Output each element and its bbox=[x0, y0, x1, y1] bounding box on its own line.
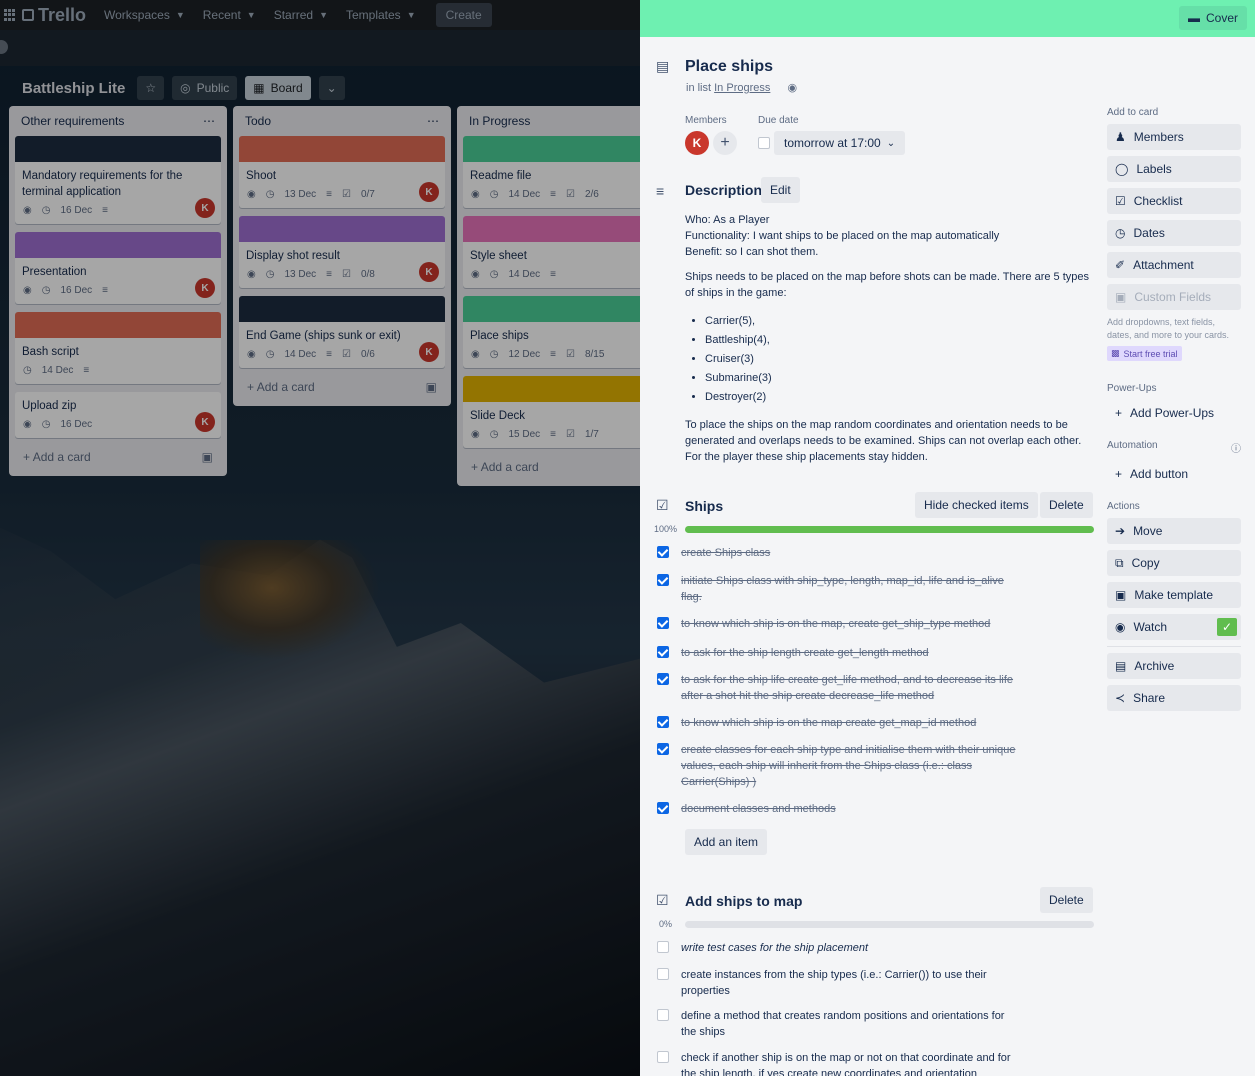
checklist-title[interactable]: Ships bbox=[685, 498, 723, 514]
checklist-item[interactable]: define a method that creates random posi… bbox=[657, 1008, 1021, 1040]
watch-button[interactable]: ◉ Watch ✓ bbox=[1107, 614, 1241, 640]
hide-checked-button[interactable]: Hide checked items bbox=[915, 492, 1038, 518]
list-link[interactable]: In Progress bbox=[714, 82, 770, 94]
chevron-down-icon: ⌄ bbox=[886, 137, 896, 149]
attachment-button[interactable]: ✐ Attachment bbox=[1107, 252, 1241, 278]
copy-button[interactable]: ⧉ Copy bbox=[1107, 550, 1241, 576]
checkbox-unchecked[interactable] bbox=[657, 1009, 669, 1021]
tag-icon: ◯ bbox=[1115, 162, 1129, 176]
info-icon[interactable]: ⓘ bbox=[1231, 440, 1241, 455]
copy-icon: ⧉ bbox=[1115, 555, 1124, 570]
card-sidebar: Add to card ♟ Members ◯ Labels ☑ Checklist … bbox=[1107, 37, 1241, 717]
custom-fields-icon: ▣ bbox=[1115, 290, 1127, 304]
checklist-percent: 100% bbox=[654, 524, 678, 534]
members-button[interactable]: ♟ Members bbox=[1107, 124, 1241, 150]
checkbox-checked[interactable] bbox=[657, 546, 669, 558]
due-date-button[interactable]: tomorrow at 17:00 ⌄ bbox=[774, 131, 906, 155]
add-member-button[interactable]: + bbox=[713, 131, 737, 155]
checklist-item[interactable]: create classes for each ship type and in… bbox=[657, 742, 1021, 790]
cover-icon: ▬ bbox=[1187, 11, 1200, 25]
archive-button[interactable]: ▤ Archive bbox=[1107, 653, 1241, 679]
checklist-item[interactable]: write test cases for the ship placement bbox=[657, 940, 1021, 956]
description-body: Who: As a Player Functionality: I want s… bbox=[685, 212, 1097, 465]
checklist-progress bbox=[685, 526, 1094, 533]
cover-button[interactable]: ▬ Cover bbox=[1178, 6, 1247, 30]
card-cover-bar: ▬ Cover bbox=[640, 0, 1255, 37]
checklist-icon: ☑ bbox=[656, 892, 669, 908]
checkbox-checked[interactable] bbox=[657, 743, 669, 755]
dates-button[interactable]: ◷ Dates bbox=[1107, 220, 1241, 246]
trial-icon: ▩ bbox=[1111, 348, 1120, 358]
checkbox-checked[interactable] bbox=[657, 617, 669, 629]
checkbox-checked[interactable] bbox=[657, 716, 669, 728]
archive-icon: ▤ bbox=[1115, 659, 1127, 673]
move-button[interactable]: ➔ Move bbox=[1107, 518, 1241, 544]
edit-description-button[interactable]: Edit bbox=[761, 177, 800, 203]
checklist-button[interactable]: ☑ Checklist bbox=[1107, 188, 1241, 214]
start-free-trial-button[interactable]: ▩ Start free trial bbox=[1107, 346, 1182, 361]
checklist-progress-fill bbox=[685, 526, 1094, 533]
share-button[interactable]: ≺ Share bbox=[1107, 685, 1241, 711]
card-detail-panel: ▬ Cover ▤ Place ships in list In Progress… bbox=[640, 0, 1255, 1076]
modal-backdrop[interactable] bbox=[0, 0, 640, 1076]
checkbox-checked[interactable] bbox=[657, 673, 669, 685]
add-item-button[interactable]: Add an item bbox=[685, 829, 768, 855]
checklist-item[interactable]: create instances from the ship types (i.… bbox=[657, 967, 1021, 999]
custom-fields-note: Add dropdowns, text fields, dates, and m… bbox=[1107, 317, 1230, 340]
checklist-item[interactable]: to know which ship is on the map create … bbox=[657, 715, 1021, 731]
divider bbox=[1107, 646, 1241, 647]
watch-icon: ◉ bbox=[787, 82, 798, 94]
add-to-card-label: Add to card bbox=[1107, 107, 1159, 118]
checklist-item[interactable]: create Ships class bbox=[657, 545, 1021, 561]
checklist-item[interactable]: document classes and methods bbox=[657, 801, 1021, 817]
clock-icon: ◷ bbox=[1115, 226, 1126, 240]
make-template-button[interactable]: ▣ Make template bbox=[1107, 582, 1241, 608]
checkbox-unchecked[interactable] bbox=[657, 1051, 669, 1063]
checklist-icon: ☑ bbox=[1115, 194, 1126, 208]
delete-checklist-button[interactable]: Delete bbox=[1040, 887, 1093, 913]
checklist-progress bbox=[685, 921, 1094, 928]
checklist-title[interactable]: Add ships to map bbox=[685, 893, 802, 909]
checkbox-checked[interactable] bbox=[657, 574, 669, 586]
actions-label: Actions bbox=[1107, 501, 1140, 512]
due-date-label: Due date bbox=[758, 115, 799, 126]
checkbox-unchecked[interactable] bbox=[657, 941, 669, 953]
checkbox-unchecked[interactable] bbox=[657, 968, 669, 980]
check-icon: ✓ bbox=[1217, 618, 1237, 636]
labels-button[interactable]: ◯ Labels bbox=[1107, 156, 1241, 182]
share-icon: ≺ bbox=[1115, 691, 1126, 705]
checklist-item[interactable]: to ask for the ship length create get_le… bbox=[657, 645, 1021, 661]
avatar[interactable]: K bbox=[685, 131, 709, 155]
checkbox-checked[interactable] bbox=[657, 802, 669, 814]
template-icon: ▣ bbox=[1115, 588, 1127, 602]
description-icon: ≡ bbox=[656, 183, 665, 199]
person-icon: ♟ bbox=[1115, 130, 1126, 144]
members-label: Members bbox=[685, 115, 727, 126]
checklist-item[interactable]: to ask for the ship life create get_life… bbox=[657, 672, 1021, 704]
description-heading: Description bbox=[685, 182, 763, 198]
add-power-ups-button[interactable]: + Add Power-Ups bbox=[1107, 400, 1241, 426]
in-list-text: in list In Progress ◉ bbox=[686, 82, 798, 94]
checklist-icon: ☑ bbox=[656, 497, 669, 513]
plus-icon: + bbox=[1115, 406, 1123, 420]
checklist-item[interactable]: to know which ship is on the map, create… bbox=[657, 616, 1021, 632]
custom-fields-button[interactable]: ▣ Custom Fields bbox=[1107, 284, 1241, 310]
checklist-item[interactable]: check if another ship is on the map or n… bbox=[657, 1050, 1021, 1076]
plus-icon: + bbox=[1115, 467, 1123, 481]
checklist-item[interactable]: initiate Ships class with ship_type, len… bbox=[657, 573, 1021, 605]
automation-label: Automation bbox=[1107, 440, 1158, 451]
arrow-right-icon: ➔ bbox=[1115, 524, 1126, 538]
delete-checklist-button[interactable]: Delete bbox=[1040, 492, 1093, 518]
add-button-button[interactable]: + Add button bbox=[1107, 461, 1241, 487]
eye-icon: ◉ bbox=[1115, 620, 1126, 634]
due-date-checkbox[interactable] bbox=[758, 137, 770, 149]
checkbox-checked[interactable] bbox=[657, 646, 669, 658]
checklist-percent: 0% bbox=[659, 919, 673, 929]
power-ups-label: Power-Ups bbox=[1107, 383, 1157, 394]
paperclip-icon: ✐ bbox=[1115, 258, 1126, 272]
card-detail-title[interactable]: Place ships bbox=[685, 58, 773, 76]
card-icon: ▤ bbox=[656, 58, 670, 74]
